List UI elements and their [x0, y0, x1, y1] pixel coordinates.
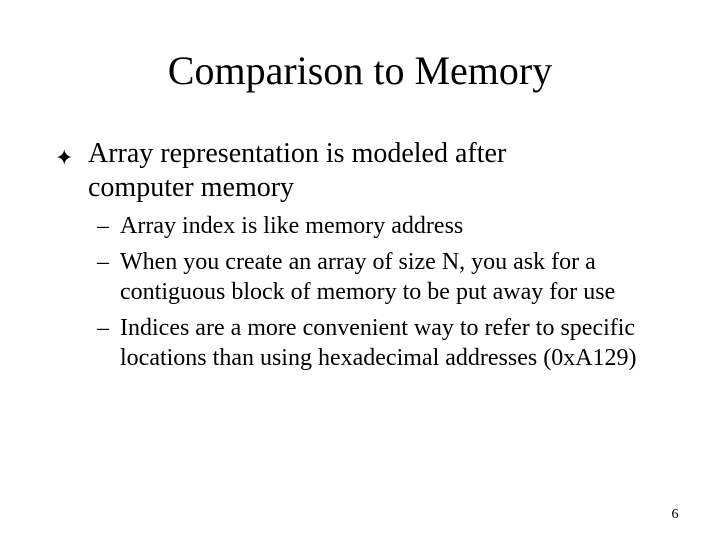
sub-bullet: – When you create an array of size N, yo… — [97, 247, 677, 307]
sub-bullet-list: – Array index is like memory address – W… — [97, 211, 677, 379]
dash-bullet-icon: – — [97, 315, 109, 341]
main-bullet-text: Array representation is modeled after co… — [88, 138, 507, 203]
sub-bullet: – Indices are a more convenient way to r… — [97, 313, 677, 373]
main-bullet: ✦ Array representation is modeled after … — [55, 137, 615, 205]
slide-title: Comparison to Memory — [167, 48, 553, 93]
sub-bullet-text: When you create an array of size N, you … — [120, 249, 616, 305]
page-number: 6 — [671, 507, 679, 522]
sub-bullet-text: Array index is like memory address — [120, 213, 464, 239]
four-point-star-bullet-icon: ✦ — [55, 145, 74, 170]
dash-bullet-icon: – — [97, 249, 109, 275]
slide: Comparison to Memory ✦ Array representat… — [0, 0, 720, 540]
dash-bullet-icon: – — [97, 213, 109, 239]
sub-bullet-text: Indices are a more convenient way to ref… — [120, 315, 637, 371]
sub-bullet: – Array index is like memory address — [97, 211, 677, 241]
